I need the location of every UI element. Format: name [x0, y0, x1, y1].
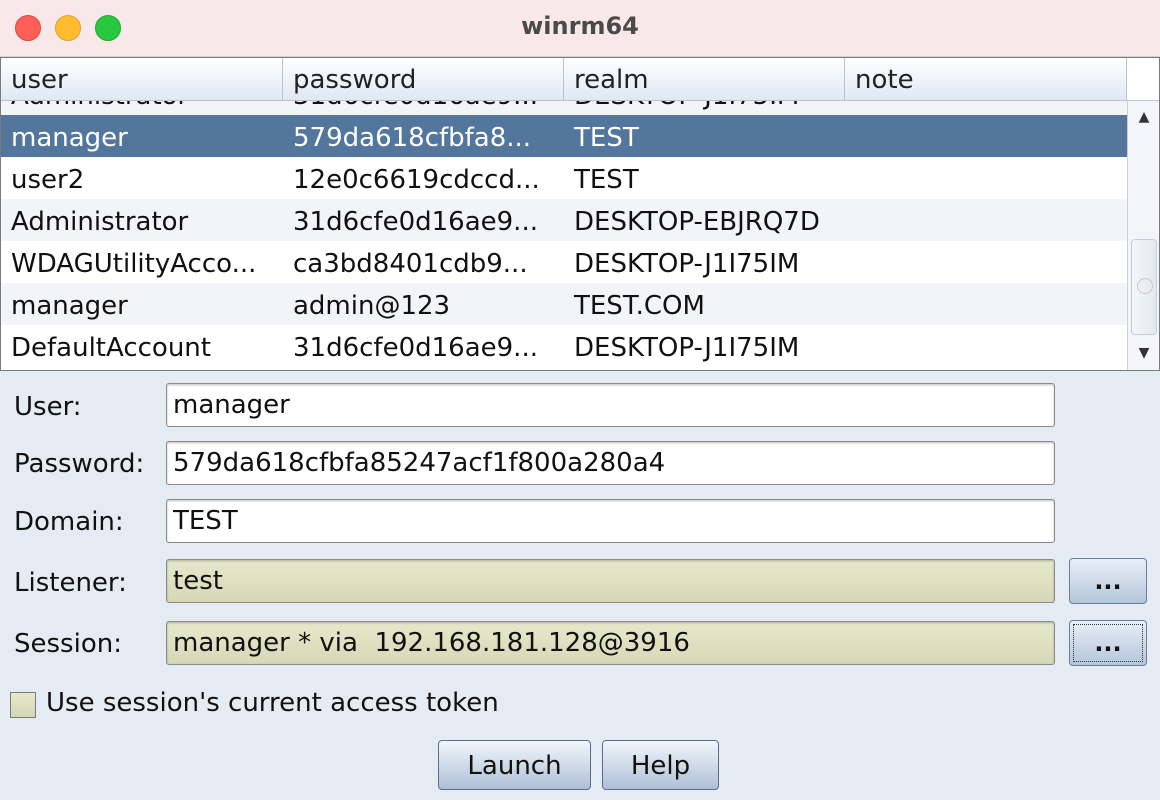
cell-note — [845, 283, 1127, 325]
help-button[interactable]: Help — [602, 740, 719, 790]
password-label: Password: — [14, 449, 145, 479]
credentials-table: user password realm note Administrator 3… — [0, 57, 1160, 371]
window-title: winrm64 — [521, 12, 639, 40]
scrollbar-grip-icon — [1137, 278, 1153, 294]
user-label: User: — [14, 392, 82, 422]
cell-note — [845, 101, 1127, 115]
cell-user: manager — [11, 291, 128, 321]
cell-user: Administrator — [11, 207, 189, 237]
domain-label: Domain: — [14, 507, 124, 537]
column-header-realm[interactable]: realm — [564, 58, 845, 100]
cell-user: manager — [11, 123, 128, 153]
table-row[interactable]: DefaultAccount 31d6cfe0d16ae9... DESKTOP… — [1, 325, 1127, 367]
password-field[interactable] — [166, 441, 1055, 485]
cell-password: 31d6cfe0d16ae9... — [283, 101, 564, 115]
table-row[interactable]: WDAGUtilityAcco... ca3bd8401cdb9... DESK… — [1, 241, 1127, 283]
table-row[interactable]: Administrator 31d6cfe0d16ae9... DESKTOP-… — [1, 199, 1127, 241]
cell-user: user2 — [11, 165, 85, 195]
cell-realm: DESKTOP-J1I75IM — [574, 249, 800, 279]
cell-note — [845, 325, 1127, 367]
cell-user: Administrator — [1, 101, 283, 115]
table-header-corner — [1127, 58, 1159, 101]
cell-password: 31d6cfe0d16ae9... — [293, 207, 538, 237]
cell-password: 12e0c6619cdccd... — [293, 165, 540, 195]
table-body: Administrator 31d6cfe0d16ae9... DESKTOP-… — [1, 101, 1127, 370]
session-label: Session: — [14, 629, 122, 659]
cell-note — [845, 115, 1127, 157]
cell-password: 31d6cfe0d16ae9... — [293, 333, 538, 363]
cell-realm: TEST.COM — [574, 291, 705, 321]
scrollbar-thumb[interactable] — [1131, 239, 1157, 335]
cell-user: WDAGUtilityAcco... — [11, 249, 257, 279]
cell-note — [845, 241, 1127, 283]
domain-field[interactable] — [166, 499, 1055, 543]
table-row-selected[interactable]: manager 579da618cfbfa8... TEST — [1, 115, 1127, 157]
cell-password: admin@123 — [293, 291, 451, 321]
table-row[interactable]: Administrator 31d6cfe0d16ae9... DESKTOP-… — [1, 101, 1127, 115]
cell-realm: TEST — [574, 123, 639, 153]
table-header: user password realm note — [1, 58, 1127, 101]
cell-realm: DESKTOP-EBJRQ7D — [574, 207, 820, 237]
session-browse-button[interactable]: ... — [1069, 620, 1147, 666]
session-field[interactable] — [166, 621, 1055, 665]
access-token-checkbox[interactable] — [10, 692, 36, 718]
cell-password: 579da618cfbfa8... — [293, 123, 532, 153]
scroll-up-arrow-icon[interactable]: ▲ — [1128, 103, 1159, 131]
cell-realm: DESKTOP-J1I75IM — [574, 333, 800, 363]
column-header-password[interactable]: password — [283, 58, 564, 100]
title-bar: winrm64 — [0, 0, 1160, 57]
table-row[interactable]: manager admin@123 TEST.COM — [1, 283, 1127, 325]
user-field[interactable] — [166, 383, 1055, 427]
listener-field[interactable] — [166, 559, 1055, 603]
column-header-note[interactable]: note — [845, 58, 1127, 100]
cell-note — [845, 199, 1127, 241]
launch-button[interactable]: Launch — [438, 740, 591, 790]
listener-browse-button[interactable]: ... — [1069, 558, 1147, 604]
cell-realm: TEST — [574, 165, 639, 195]
table-row[interactable]: user2 12e0c6619cdccd... TEST — [1, 157, 1127, 199]
column-header-user[interactable]: user — [1, 58, 283, 100]
cell-realm: DESKTOP-J1I75IM — [564, 101, 845, 115]
listener-label: Listener: — [14, 568, 127, 598]
cell-password: ca3bd8401cdb9... — [293, 249, 528, 279]
cell-user: DefaultAccount — [11, 333, 211, 363]
cell-note — [845, 157, 1127, 199]
table-vertical-scrollbar[interactable]: ▲ ▼ — [1127, 101, 1159, 370]
scroll-down-arrow-icon[interactable]: ▼ — [1128, 339, 1159, 367]
access-token-checkbox-label[interactable]: Use session's current access token — [46, 688, 499, 718]
